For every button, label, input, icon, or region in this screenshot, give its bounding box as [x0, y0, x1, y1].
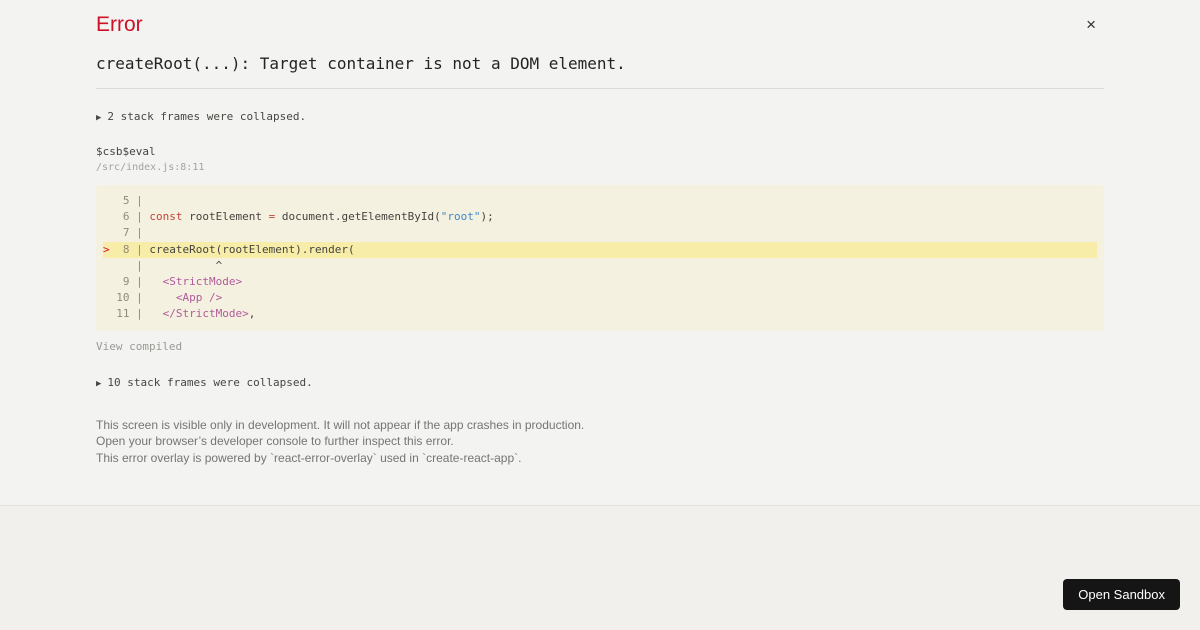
code-token: <App /> — [175, 291, 223, 305]
code-line: 6 | const rootElement = document.getElem… — [103, 209, 1097, 225]
code-line: | ^ — [103, 258, 1097, 274]
code-line: 11 | </StrictMode>, — [103, 306, 1097, 322]
error-line-marker — [103, 210, 110, 223]
close-icon: × — [1086, 15, 1096, 34]
line-number: 11 | — [109, 307, 150, 321]
code-token: <StrictMode> — [162, 275, 243, 289]
line-number: 5 | — [109, 194, 150, 207]
code-frame: 5 | 6 | const rootElement = document.get… — [96, 185, 1104, 331]
code-token: "root" — [440, 210, 481, 224]
code-line: > 8 | createRoot(rootElement).render( — [103, 241, 1097, 258]
stack-collapse-toggle-top[interactable]: ▶ 2 stack frames were collapsed. — [96, 110, 1104, 123]
overlay-header: Error × — [96, 13, 1104, 37]
frame-function-name: $csb$eval — [96, 145, 156, 158]
error-line-marker — [103, 275, 110, 288]
code-token: rootElement — [182, 210, 269, 224]
code-token: ^ — [149, 258, 223, 272]
code-token: document.getElementById( — [275, 210, 441, 224]
error-line-marker — [103, 307, 110, 320]
error-line-marker — [103, 291, 110, 304]
caret-right-icon: ▶ — [96, 378, 102, 389]
line-number: 8 | — [109, 242, 150, 256]
error-line-marker: > — [103, 242, 110, 256]
footer-note: This error overlay is powered by `react-… — [96, 450, 522, 465]
code-token: ); — [480, 210, 494, 224]
error-overlay: Error × createRoot(...): Target containe… — [0, 0, 1200, 506]
code-line: 7 | — [103, 225, 1097, 241]
line-number: 7 | — [109, 226, 150, 240]
code-token: const — [149, 210, 183, 224]
code-token: , — [248, 307, 256, 321]
footer-note: This screen is visible only in developme… — [96, 417, 585, 432]
code-line: 5 | — [103, 193, 1097, 209]
divider — [96, 88, 1104, 89]
line-number: | — [109, 258, 150, 272]
line-number: 6 | — [109, 210, 150, 224]
frame-file-location[interactable]: /src/index.js:8:11 — [96, 162, 1104, 173]
caret-right-icon: ▶ — [96, 113, 102, 123]
preview-footer: Open Sandbox — [0, 506, 1200, 629]
code-token: </StrictMode> — [162, 307, 249, 321]
view-compiled-link[interactable]: View compiled — [96, 340, 182, 353]
code-line: 9 | <StrictMode> — [103, 274, 1097, 290]
overlay-footer-notes: This screen is visible only in developme… — [96, 417, 1104, 465]
error-line-marker — [103, 194, 110, 207]
stack-collapse-label: 2 stack frames were collapsed. — [107, 110, 307, 123]
close-button[interactable]: × — [1086, 16, 1096, 33]
error-line-marker — [103, 226, 110, 239]
error-message: createRoot(...): Target container is not… — [96, 54, 626, 73]
line-number: 9 | — [109, 275, 150, 289]
line-number: 10 | — [109, 291, 150, 305]
error-title: Error — [96, 13, 143, 36]
footer-note: Open your browser’s developer console to… — [96, 434, 454, 449]
code-line: 10 | <App /> — [103, 290, 1097, 306]
open-sandbox-button[interactable]: Open Sandbox — [1063, 579, 1180, 610]
error-line-marker — [103, 259, 110, 272]
stack-collapse-toggle-bottom[interactable]: ▶ 10 stack frames were collapsed. — [96, 376, 1104, 389]
code-token: createRoot(rootElement).render( — [149, 242, 355, 256]
stack-collapse-label: 10 stack frames were collapsed. — [107, 375, 313, 389]
